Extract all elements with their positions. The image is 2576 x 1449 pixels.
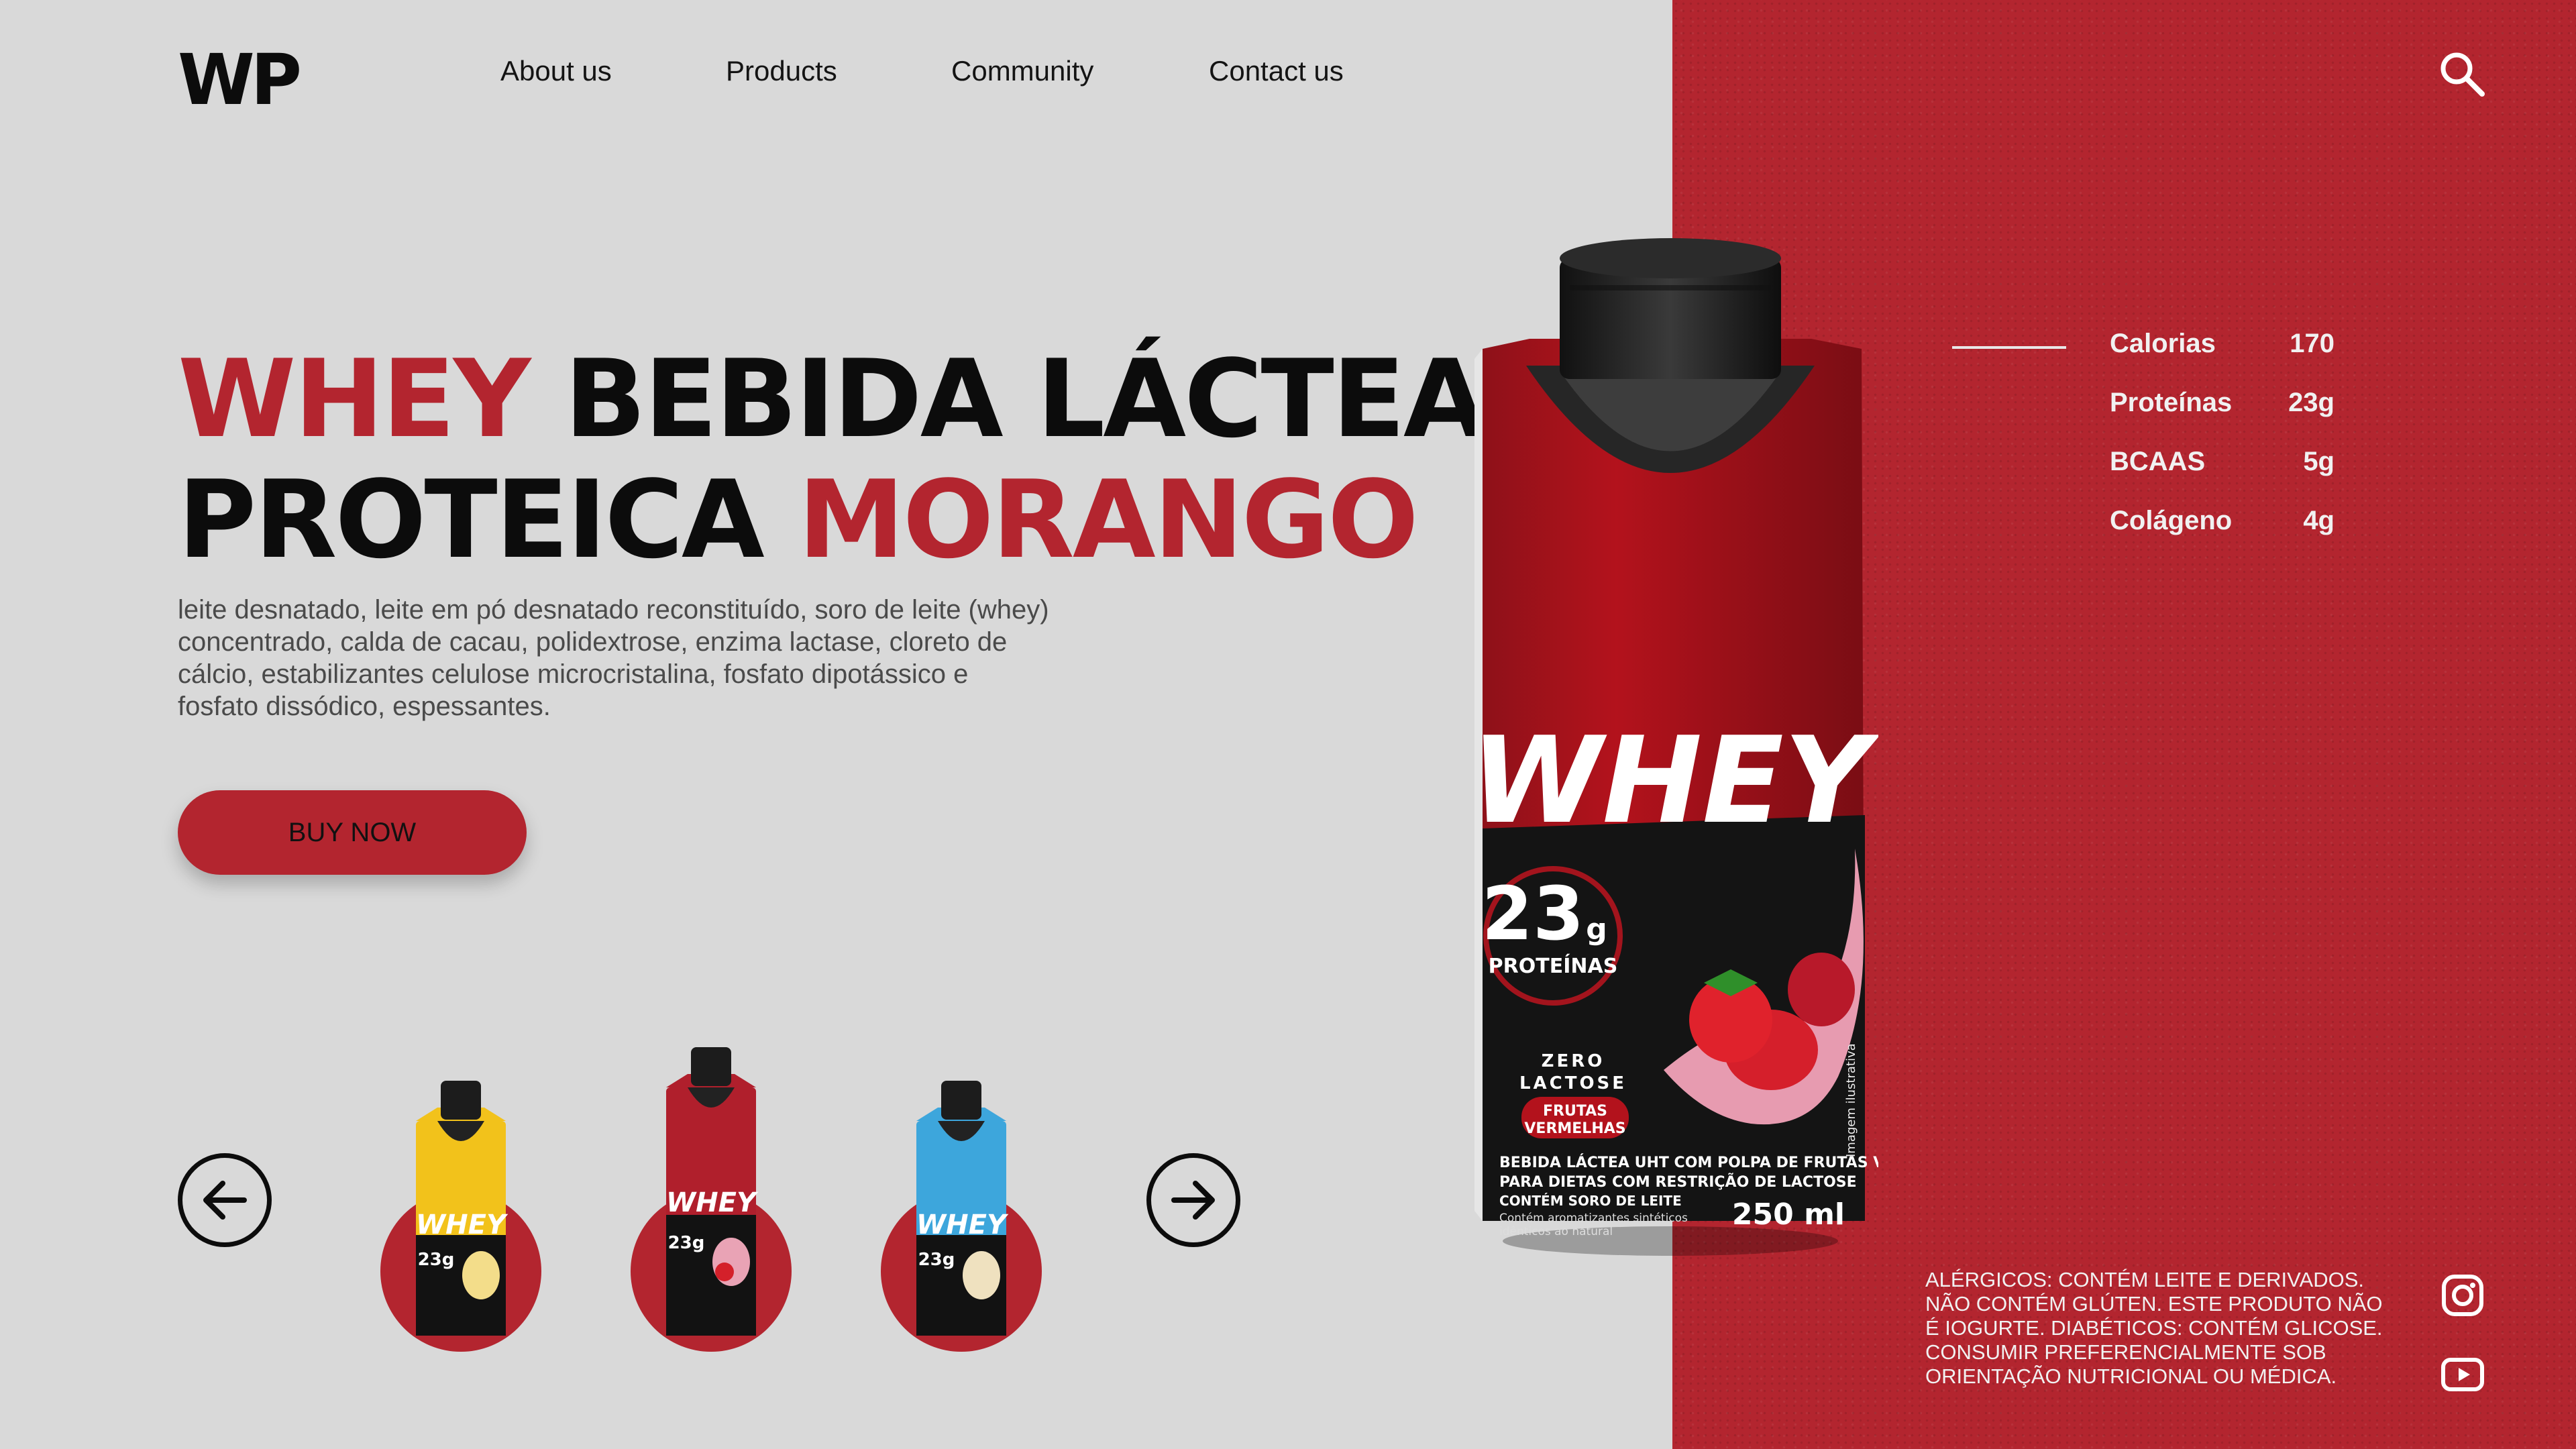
svg-text:WHEY: WHEY bbox=[666, 1187, 759, 1218]
svg-text:WHEY: WHEY bbox=[916, 1210, 1009, 1240]
product-pack-thumb-banana: WHEY 23g bbox=[416, 1081, 508, 1336]
nutrition-value: 4g bbox=[2303, 506, 2334, 535]
nutrition-value: 23g bbox=[2288, 388, 2334, 417]
svg-text:ZERO: ZERO bbox=[1542, 1051, 1605, 1071]
svg-text:Contém aromatizantes sintético: Contém aromatizantes sintéticos bbox=[1499, 1212, 1688, 1225]
nutrition-value: 5g bbox=[2303, 447, 2334, 476]
search-icon bbox=[2440, 52, 2485, 97]
svg-text:23g: 23g bbox=[418, 1250, 455, 1270]
nutrition-value: 170 bbox=[2290, 329, 2334, 358]
hero-title-accent-2: MORANGO bbox=[798, 457, 1419, 582]
hero-title-line2: PROTEICA bbox=[178, 457, 798, 582]
product-thumb-banana[interactable]: WHEY 23g bbox=[378, 1030, 546, 1352]
svg-text:23g: 23g bbox=[918, 1250, 955, 1270]
brand-logo[interactable]: WP bbox=[178, 39, 302, 121]
product-pack-thumb-baunilha: WHEY 23g bbox=[916, 1081, 1009, 1336]
hero-title-line1: BEBIDA LÁCTEA bbox=[529, 336, 1487, 462]
svg-text:idênticos ao natural: idênticos ao natural bbox=[1499, 1225, 1613, 1238]
nutrition-name: Calorias bbox=[2110, 329, 2216, 358]
hero-title: WHEY BEBIDA LÁCTEA PROTEICA MORANGO bbox=[178, 336, 1487, 582]
nutrition-row: BCAAS 5g bbox=[2110, 447, 2334, 506]
instagram-icon bbox=[2442, 1275, 2483, 1316]
svg-text:CONTÉM SORO DE LEITE: CONTÉM SORO DE LEITE bbox=[1499, 1193, 1682, 1209]
svg-text:PARA DIETAS COM RESTRIÇÃO DE L: PARA DIETAS COM RESTRIÇÃO DE LACTOSE bbox=[1499, 1173, 1857, 1191]
nutrition-row: Colágeno 4g bbox=[2110, 506, 2334, 565]
hero-title-accent-1: WHEY bbox=[178, 336, 531, 462]
nav-community[interactable]: Community bbox=[951, 55, 1093, 87]
nav-products[interactable]: Products bbox=[726, 55, 837, 87]
nutrition-row: Proteínas 23g bbox=[2110, 388, 2334, 447]
nav-contact-us[interactable]: Contact us bbox=[1209, 55, 1344, 87]
ingredients-text: leite desnatado, leite em pó desnatado r… bbox=[178, 595, 1049, 721]
svg-text:BEBIDA LÁCTEA UHT COM POLPA DE: BEBIDA LÁCTEA UHT COM POLPA DE FRUTAS VE… bbox=[1499, 1154, 1878, 1171]
carousel-prev-button[interactable] bbox=[178, 1153, 272, 1247]
search-button[interactable] bbox=[2438, 50, 2486, 98]
youtube-icon bbox=[2441, 1358, 2484, 1391]
product-pack-thumb-morango: WHEY 23g bbox=[666, 1047, 759, 1336]
instagram-link[interactable] bbox=[2440, 1273, 2485, 1318]
svg-text:WHEY: WHEY bbox=[1470, 711, 1878, 850]
nutrition-divider bbox=[1952, 346, 2066, 349]
carousel-next-button[interactable] bbox=[1146, 1153, 1240, 1247]
svg-text:23g: 23g bbox=[668, 1233, 705, 1253]
svg-text:23: 23 bbox=[1481, 871, 1584, 957]
svg-text:Imagem ilustrativa: Imagem ilustrativa bbox=[1844, 1043, 1858, 1157]
arrow-left-icon bbox=[203, 1181, 247, 1220]
buy-now-button[interactable]: BUY NOW bbox=[178, 790, 527, 875]
nav-about-us[interactable]: About us bbox=[500, 55, 612, 87]
svg-text:WHEY: WHEY bbox=[416, 1210, 508, 1240]
product-thumb-morango[interactable]: WHEY 23g bbox=[629, 1030, 796, 1352]
svg-text:PROTEÍNAS: PROTEÍNAS bbox=[1489, 954, 1618, 978]
nutrition-name: BCAAS bbox=[2110, 447, 2206, 476]
svg-text:LACTOSE: LACTOSE bbox=[1519, 1073, 1627, 1093]
nutrition-row: Calorias 170 bbox=[2110, 329, 2334, 388]
nutrition-list: Calorias 170 Proteínas 23g BCAAS 5g Colá… bbox=[2110, 329, 2334, 565]
svg-text:250 ml: 250 ml bbox=[1732, 1197, 1845, 1232]
svg-text:g: g bbox=[1586, 912, 1607, 947]
allergen-notice: ALÉRGICOS: CONTÉM LEITE E DERIVADOS. NÃO… bbox=[1925, 1268, 2383, 1388]
svg-text:VERMELHAS: VERMELHAS bbox=[1524, 1120, 1625, 1137]
nutrition-name: Proteínas bbox=[2110, 388, 2233, 417]
nutrition-name: Colágeno bbox=[2110, 506, 2233, 535]
product-thumb-baunilha[interactable]: WHEY 23g bbox=[879, 1030, 1046, 1352]
youtube-link[interactable] bbox=[2440, 1352, 2485, 1397]
arrow-right-icon bbox=[1171, 1181, 1215, 1220]
main-product-image: WHEY 23 g PROTEÍNAS ZERO LACTOSE FRUTAS … bbox=[1470, 238, 1878, 1256]
svg-text:FRUTAS: FRUTAS bbox=[1543, 1103, 1607, 1120]
